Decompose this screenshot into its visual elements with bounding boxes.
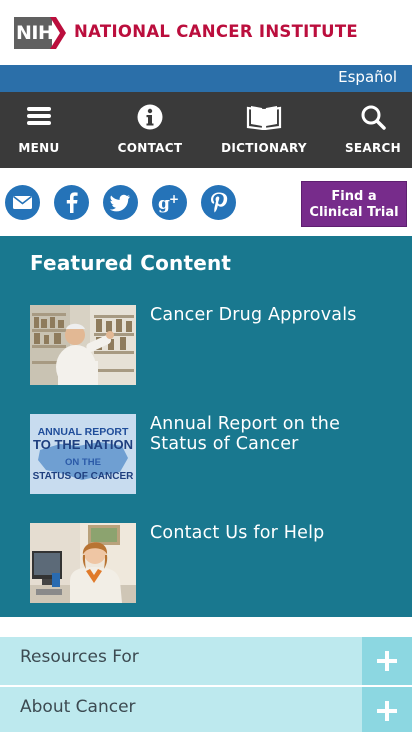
twitter-icon [109,194,130,212]
accordion-label: About Cancer [20,697,136,717]
plus-icon[interactable] [362,637,412,685]
pinterest-icon [211,192,228,213]
nav-contact-label: CONTACT [117,141,183,155]
featured-item[interactable]: Cancer Drug Approvals [30,305,400,385]
twitter-share-button[interactable] [103,185,138,220]
site-header: NIH NATIONAL CANCER INSTITUTE [0,0,412,65]
featured-item[interactable]: ANNUAL REPORT TO THE NATION ON THE STATU… [30,414,400,494]
facebook-share-button[interactable] [54,185,89,220]
espanol-link[interactable]: Español [338,68,397,86]
featured-content-section: Featured Content Cancer Drug Approvals A… [0,236,412,617]
google-plus-share-button[interactable]: g + [152,185,187,220]
facebook-icon [66,192,78,213]
cancer-drug-approvals-image[interactable] [30,305,136,385]
hamburger-icon [27,107,51,125]
nav-menu-label: MENU [18,141,60,155]
accordion-resources-for[interactable]: Resources For [0,637,412,685]
trial-button-line2: Clinical Trial [309,205,399,220]
featured-content-heading: Featured Content [30,251,232,275]
trial-button-line1: Find a [331,189,377,204]
nav-search-label: SEARCH [344,141,402,155]
nav-contact[interactable]: CONTACT [110,92,190,168]
search-icon [361,105,386,130]
nih-logo[interactable]: NIH [14,17,54,49]
report-line4: STATUS OF CANCER [33,471,135,482]
featured-item-label[interactable]: Annual Report on the Status of Cancer [150,414,390,454]
featured-item-label[interactable]: Contact Us for Help [150,523,390,543]
nih-chevron-icon [50,17,66,49]
report-line3: ON THE [65,457,101,468]
nav-dictionary-label: DICTIONARY [221,141,307,155]
annual-report-image[interactable]: ANNUAL REPORT TO THE NATION ON THE STATU… [30,414,136,494]
nav-dictionary[interactable]: DICTIONARY [218,92,310,168]
nav-search[interactable]: SEARCH [340,92,406,168]
featured-item[interactable]: Contact Us for Help [30,523,400,603]
featured-item-label[interactable]: Cancer Drug Approvals [150,305,390,325]
info-icon [137,104,163,130]
nav-menu[interactable]: MENU [0,92,78,168]
contact-us-image[interactable] [30,523,136,603]
report-line2: TO THE NATION [33,437,133,452]
book-icon [246,106,282,130]
email-icon [13,195,32,209]
main-nav: MENU CONTACT DICTIONARY SEARCH [0,92,412,168]
svg-text:+: + [169,192,179,206]
accordion-label: Resources For [20,647,139,667]
accordion-about-cancer[interactable]: About Cancer [0,687,412,732]
google-plus-icon: g + [158,192,179,214]
plus-icon[interactable] [362,687,412,732]
pinterest-share-button[interactable] [201,185,236,220]
institute-title[interactable]: NATIONAL CANCER INSTITUTE [74,22,358,41]
email-share-button[interactable] [5,185,40,220]
find-clinical-trial-button[interactable]: Find a Clinical Trial [301,181,407,227]
language-bar: Español [0,65,412,92]
